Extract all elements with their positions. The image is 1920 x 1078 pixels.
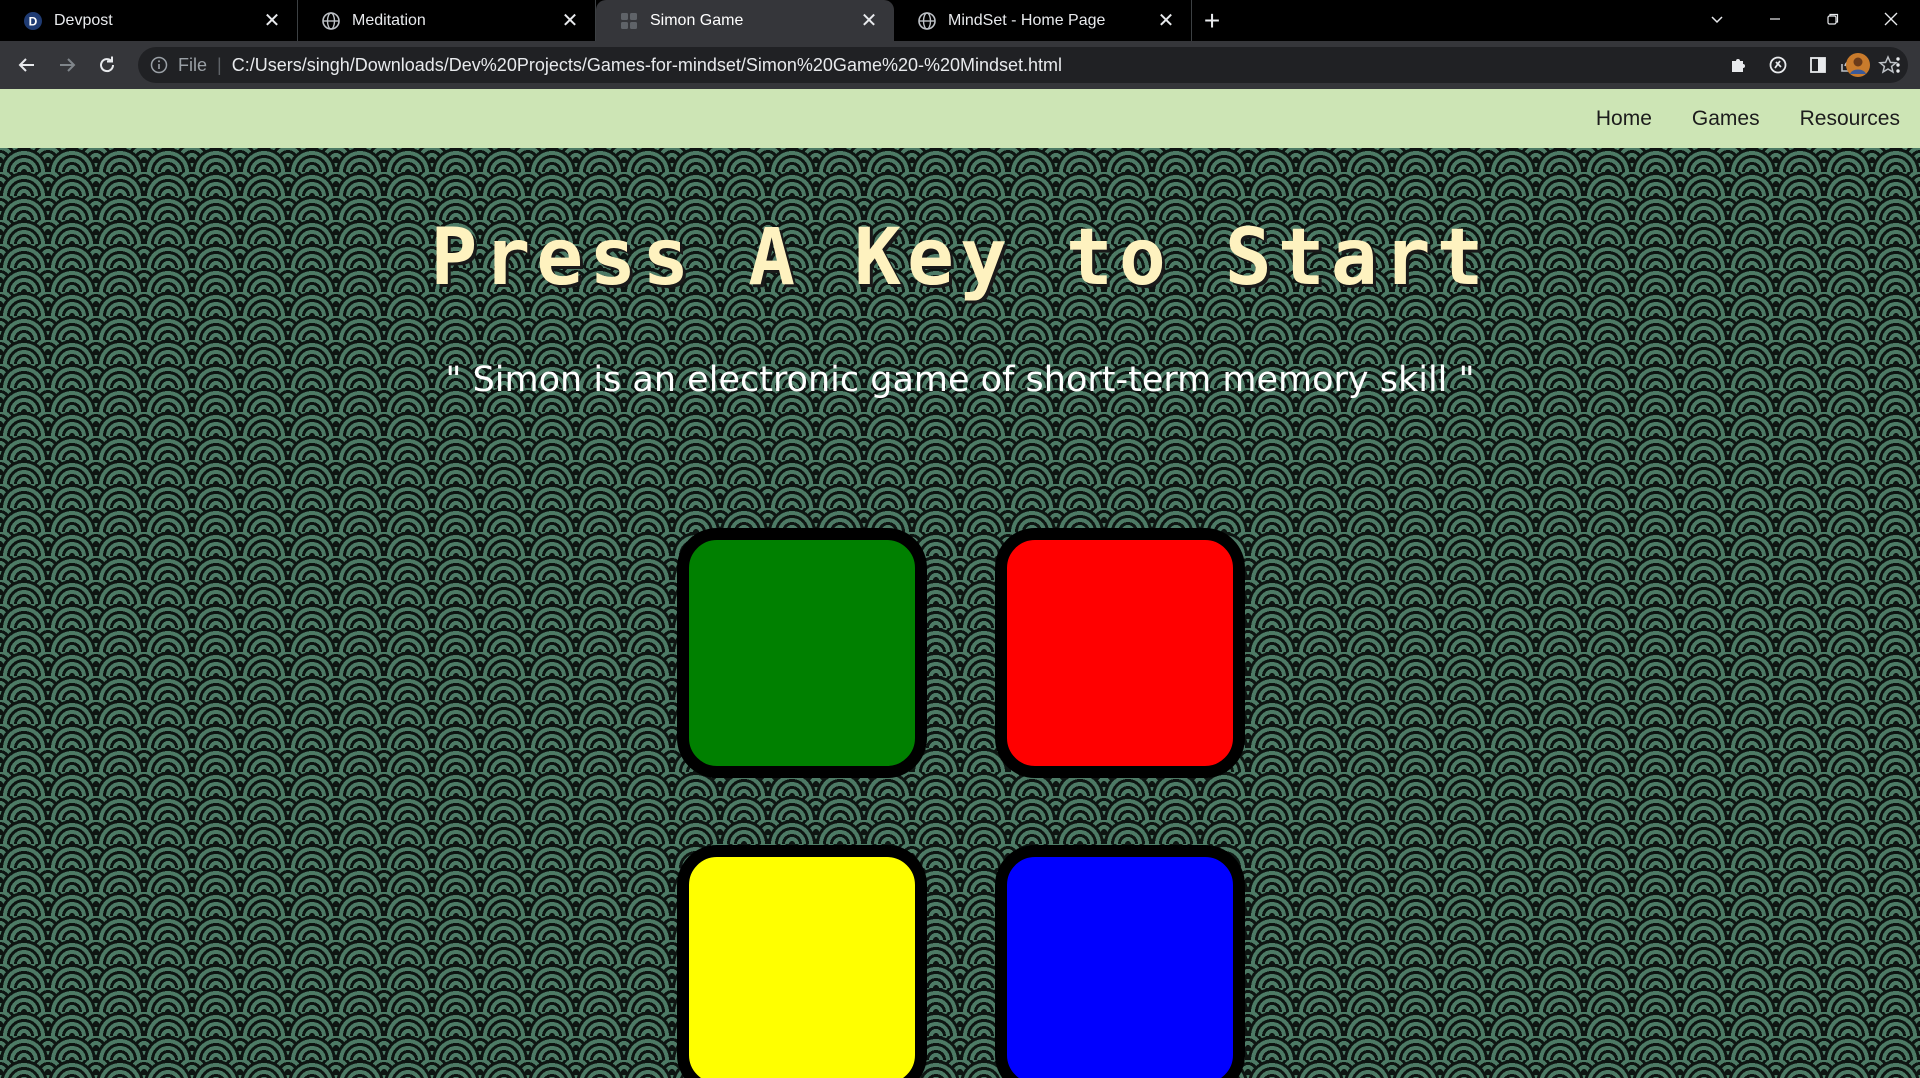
side-panel-icon <box>1810 57 1826 73</box>
tab-title: Devpost <box>54 11 113 29</box>
forward-button[interactable] <box>47 45 87 85</box>
new-tab-button[interactable]: + <box>1192 0 1232 41</box>
tab-devpost[interactable]: D Devpost ✕ <box>0 0 298 41</box>
restore-button[interactable] <box>1804 0 1862 38</box>
yellow-button[interactable] <box>677 845 927 1078</box>
close-icon[interactable]: ✕ <box>261 10 283 32</box>
nav-link-home[interactable]: Home <box>1596 107 1652 131</box>
minimize-button[interactable] <box>1746 0 1804 38</box>
minimize-icon <box>1770 18 1780 20</box>
menu-button[interactable] <box>1878 45 1918 85</box>
address-bar[interactable]: File | C:/Users/singh/Downloads/Dev%20Pr… <box>138 47 1908 83</box>
close-icon <box>1884 12 1898 26</box>
side-panel-button[interactable] <box>1798 45 1838 85</box>
back-button[interactable] <box>7 45 47 85</box>
reload-icon <box>100 56 115 73</box>
tab-simon-game[interactable]: Simon Game ✕ <box>596 0 894 41</box>
more-vertical-icon <box>1896 57 1900 73</box>
url-scheme-label: File <box>178 54 208 75</box>
svg-text:D: D <box>29 14 38 28</box>
extensions-button[interactable] <box>1718 45 1758 85</box>
nav-link-games[interactable]: Games <box>1692 107 1760 131</box>
simon-favicon-icon <box>620 12 638 30</box>
tab-strip: D Devpost ✕ Meditation ✕ Simon Game ✕ Mi… <box>0 0 1920 41</box>
blue-button[interactable] <box>995 845 1245 1078</box>
globe-icon <box>918 11 936 30</box>
tab-title: Simon Game <box>650 11 744 29</box>
close-icon[interactable]: ✕ <box>559 10 581 32</box>
swirl-icon <box>1769 56 1787 74</box>
game-area: Press A Key to Start " Simon is an elect… <box>0 148 1920 1078</box>
url-text[interactable]: C:/Users/singh/Downloads/Dev%20Projects/… <box>232 55 1062 76</box>
close-icon[interactable]: ✕ <box>858 10 880 32</box>
reload-button[interactable] <box>87 45 127 85</box>
url-separator: | <box>217 54 222 75</box>
tab-search-button[interactable] <box>1688 0 1746 38</box>
info-icon[interactable] <box>150 56 170 74</box>
puzzle-icon <box>1732 59 1745 72</box>
back-arrow-icon <box>18 58 34 72</box>
game-description: " Simon is an electronic game of short-t… <box>445 360 1475 400</box>
site-navbar: Home Games Resources <box>0 89 1920 148</box>
red-button[interactable] <box>995 528 1245 778</box>
nav-link-resources[interactable]: Resources <box>1800 107 1900 131</box>
tab-title: MindSet - Home Page <box>948 11 1106 29</box>
green-button[interactable] <box>677 528 927 778</box>
forward-arrow-icon <box>60 58 76 72</box>
tab-title: Meditation <box>352 11 426 29</box>
level-title: Press A Key to Start <box>430 213 1490 303</box>
profile-button[interactable] <box>1838 45 1878 85</box>
window-controls <box>1688 0 1920 41</box>
extension-swirl-button[interactable] <box>1758 45 1798 85</box>
chevron-down-icon <box>1711 16 1723 24</box>
tab-mindset-home[interactable]: MindSet - Home Page ✕ <box>894 0 1192 41</box>
avatar <box>1846 53 1870 77</box>
restore-icon <box>1827 13 1839 25</box>
extension-icons <box>1718 41 1920 89</box>
tab-meditation[interactable]: Meditation ✕ <box>298 0 596 41</box>
globe-icon <box>322 11 340 30</box>
devpost-logo-icon: D <box>24 11 42 30</box>
close-icon[interactable]: ✕ <box>1155 10 1177 32</box>
close-window-button[interactable] <box>1862 0 1920 38</box>
page-viewport: Home Games Resources Press A Key to Star… <box>0 89 1920 1078</box>
browser-toolbar: File | C:/Users/singh/Downloads/Dev%20Pr… <box>0 41 1920 89</box>
